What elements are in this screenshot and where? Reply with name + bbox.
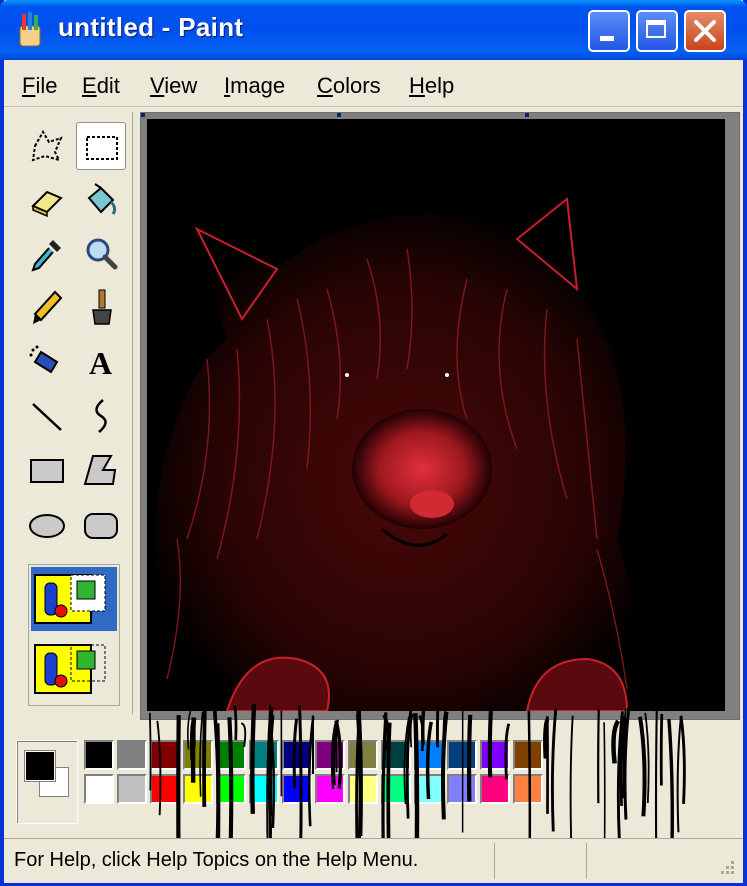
close-button[interactable] [684, 10, 726, 52]
tool-rounded-rectangle[interactable] [76, 500, 126, 548]
color-swatch[interactable] [348, 774, 378, 804]
color-swatch[interactable] [513, 774, 543, 804]
canvas-workarea[interactable] [140, 112, 740, 720]
tool-line[interactable] [22, 392, 72, 440]
tool-pick-color[interactable] [22, 230, 72, 278]
maximize-button[interactable] [636, 10, 678, 52]
pencil-icon [33, 290, 63, 324]
tool-magnifier[interactable] [76, 230, 126, 278]
resize-handle[interactable] [141, 113, 145, 117]
menu-colors[interactable]: Colors [317, 73, 381, 99]
rounded-rectangle-icon [84, 513, 118, 539]
transparent-selection-icon [34, 644, 106, 694]
color-swatch[interactable] [150, 740, 180, 770]
opaque-selection-icon [34, 574, 106, 624]
tool-options-box [28, 564, 120, 706]
select-icon [86, 136, 118, 160]
status-bar: For Help, click Help Topics on the Help … [4, 838, 743, 883]
tool-fill[interactable] [76, 176, 126, 224]
close-icon [694, 20, 716, 42]
tool-ellipse[interactable] [22, 500, 72, 548]
menu-help[interactable]: Help [409, 73, 454, 99]
tool-brush[interactable] [76, 284, 126, 332]
resize-handle[interactable] [337, 113, 341, 117]
color-swatch[interactable] [348, 740, 378, 770]
toolbox: A [12, 112, 133, 714]
tool-pencil[interactable] [22, 284, 72, 332]
color-swatch[interactable] [84, 774, 114, 804]
window-title: untitled - Paint [58, 12, 244, 42]
color-swatch[interactable] [447, 774, 477, 804]
color-swatch[interactable] [513, 740, 543, 770]
free-form-select-icon [31, 130, 63, 162]
resize-grip-icon[interactable] [717, 857, 737, 877]
color-swatch[interactable] [480, 740, 510, 770]
pick-color-icon [31, 240, 61, 272]
tool-rectangle[interactable] [22, 446, 72, 494]
paint-app-icon[interactable] [14, 12, 48, 48]
tool-polygon[interactable] [76, 446, 126, 494]
color-swatch[interactable] [183, 740, 213, 770]
color-swatch[interactable] [282, 774, 312, 804]
color-swatch[interactable] [381, 740, 411, 770]
tool-curve[interactable] [76, 392, 126, 440]
current-colors[interactable] [16, 740, 78, 824]
line-icon [32, 403, 62, 431]
title-bar[interactable]: untitled - Paint [0, 0, 747, 60]
ellipse-icon [29, 514, 65, 538]
color-swatch[interactable] [84, 740, 114, 770]
foreground-color[interactable] [25, 751, 55, 781]
color-swatch[interactable] [381, 774, 411, 804]
menu-file[interactable]: File [22, 73, 57, 99]
svg-text:A: A [89, 345, 112, 381]
minimize-button[interactable] [588, 10, 630, 52]
color-swatch[interactable] [414, 740, 444, 770]
brush-icon [92, 289, 112, 325]
color-swatch[interactable] [117, 774, 147, 804]
tool-eraser[interactable] [22, 176, 72, 224]
tool-airbrush[interactable] [22, 338, 72, 386]
color-swatch[interactable] [315, 774, 345, 804]
status-divider [586, 843, 587, 879]
resize-handle[interactable] [525, 113, 529, 117]
color-swatch[interactable] [480, 774, 510, 804]
color-swatch[interactable] [216, 740, 246, 770]
curve-icon [95, 399, 107, 433]
tool-select[interactable] [76, 122, 126, 170]
tool-text[interactable]: A [76, 338, 126, 386]
menu-edit[interactable]: Edit [82, 73, 120, 99]
color-swatch[interactable] [183, 774, 213, 804]
option-transparent-selection[interactable] [31, 637, 117, 701]
color-swatch[interactable] [414, 774, 444, 804]
color-swatch[interactable] [150, 774, 180, 804]
color-box [4, 720, 743, 838]
eraser-icon [31, 190, 63, 218]
color-swatch[interactable] [249, 740, 279, 770]
paint-window: untitled - Paint File Edit View Image Co… [0, 0, 747, 886]
text-icon: A [89, 345, 112, 381]
color-swatch[interactable] [117, 740, 147, 770]
color-swatch[interactable] [447, 740, 477, 770]
color-swatch[interactable] [249, 774, 279, 804]
airbrush-icon [29, 345, 59, 374]
color-swatch[interactable] [216, 774, 246, 804]
color-swatch[interactable] [282, 740, 312, 770]
status-text: For Help, click Help Topics on the Help … [14, 849, 419, 871]
option-opaque-selection[interactable] [31, 567, 117, 631]
menu-view[interactable]: View [150, 73, 197, 99]
status-divider [494, 843, 495, 879]
drawing-canvas[interactable] [147, 119, 725, 712]
rectangle-icon [30, 459, 64, 483]
color-swatch[interactable] [315, 740, 345, 770]
menu-image[interactable]: Image [224, 73, 285, 99]
fill-bucket-icon [87, 183, 117, 215]
tool-free-form-select[interactable] [22, 122, 72, 170]
polygon-icon [83, 455, 117, 485]
magnifier-icon [86, 238, 118, 270]
wolf-drawing [157, 197, 647, 712]
menu-bar: File Edit View Image Colors Help [4, 60, 743, 107]
